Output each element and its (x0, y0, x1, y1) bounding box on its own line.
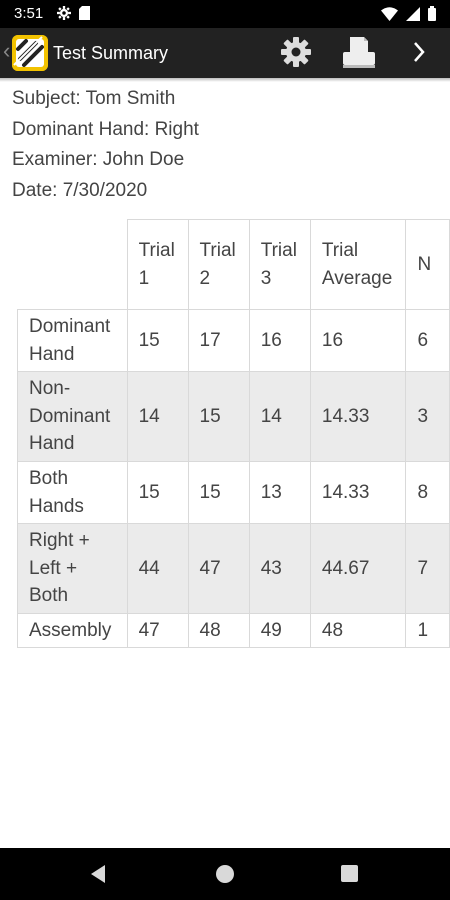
row-label: Assembly (17, 613, 128, 648)
table-cell: 47 (126, 613, 189, 648)
triangle-back-icon (91, 865, 105, 883)
app-bar: ‹ Test Summary (0, 28, 450, 78)
row-label: Right + Left + Both (17, 523, 128, 614)
table-corner-cell (17, 219, 128, 310)
table-cell: 17 (187, 309, 250, 372)
table-cell: 49 (248, 613, 311, 648)
settings-button[interactable] (278, 36, 314, 72)
table-row: Assembly 47 48 49 48 1 (17, 613, 450, 648)
table-cell: 48 (309, 613, 407, 648)
printer-icon (341, 35, 377, 74)
dominant-hand-line: Dominant Hand: Right (12, 118, 199, 140)
table-row: Dominant Hand 15 17 16 16 6 (17, 309, 450, 372)
nav-home-button[interactable] (216, 865, 234, 883)
table-cell: 15 (187, 371, 250, 462)
table-cell: 44 (126, 523, 189, 614)
table-cell: 16 (309, 309, 407, 372)
results-table: Trial 1 Trial 2 Trial 3 Trial Average N … (17, 219, 450, 648)
row-label: Dominant Hand (17, 309, 128, 372)
table-cell: 6 (405, 309, 450, 372)
table-cell: 14 (126, 371, 189, 462)
column-header: Trial Average (309, 219, 407, 310)
table-cell: 1 (405, 613, 450, 648)
chevron-right-icon (412, 41, 426, 68)
column-header: Trial 2 (187, 219, 250, 310)
table-cell: 16 (248, 309, 311, 372)
subject-line: Subject: Tom Smith (12, 88, 176, 109)
table-cell: 3 (405, 371, 450, 462)
print-button[interactable] (339, 36, 379, 72)
test-info: Subject: Tom Smith Dominant Hand: Right … (12, 84, 199, 206)
table-cell: 14.33 (309, 371, 407, 462)
table-cell: 13 (248, 461, 311, 524)
table-cell: 7 (405, 523, 450, 614)
table-cell: 15 (126, 309, 189, 372)
table-row: Non-Dominant Hand 14 15 14 14.33 3 (17, 371, 450, 462)
app-bar-shadow (0, 78, 450, 82)
row-label: Non-Dominant Hand (17, 371, 128, 462)
table-cell: 14.33 (309, 461, 407, 524)
status-bar: 3:51 (0, 0, 450, 28)
nav-recents-button[interactable] (341, 865, 358, 882)
gear-icon (280, 36, 312, 73)
nav-back-button[interactable] (89, 864, 107, 889)
status-time: 3:51 (14, 5, 44, 22)
sd-card-icon (79, 6, 90, 25)
signal-icon (406, 6, 420, 26)
examiner-line: Examiner: John Doe (12, 149, 185, 170)
date-line: Date: 7/30/2020 (12, 179, 148, 201)
row-label: Both Hands (17, 461, 128, 524)
table-cell: 15 (187, 461, 250, 524)
battery-icon (428, 6, 436, 26)
gear-icon (57, 6, 71, 25)
column-header: Trial 3 (248, 219, 311, 310)
back-chevron-icon[interactable]: ‹ (3, 40, 10, 62)
next-button[interactable] (404, 36, 434, 72)
table-cell: 8 (405, 461, 450, 524)
table-cell: 47 (187, 523, 250, 614)
column-header: N (405, 219, 450, 310)
table-cell: 14 (248, 371, 311, 462)
app-logo[interactable] (12, 35, 48, 71)
table-cell: 48 (187, 613, 250, 648)
table-row: Both Hands 15 15 13 14.33 8 (17, 461, 450, 524)
table-cell: 15 (126, 461, 189, 524)
page-title: Test Summary (53, 43, 169, 63)
table-row: Right + Left + Both 44 47 43 44.67 7 (17, 523, 450, 614)
table-header-row: Trial 1 Trial 2 Trial 3 Trial Average N (17, 219, 450, 310)
column-header: Trial 1 (126, 219, 189, 310)
wifi-icon (381, 6, 398, 26)
table-cell: 44.67 (309, 523, 407, 614)
system-nav-bar (0, 848, 450, 900)
table-cell: 43 (248, 523, 311, 614)
